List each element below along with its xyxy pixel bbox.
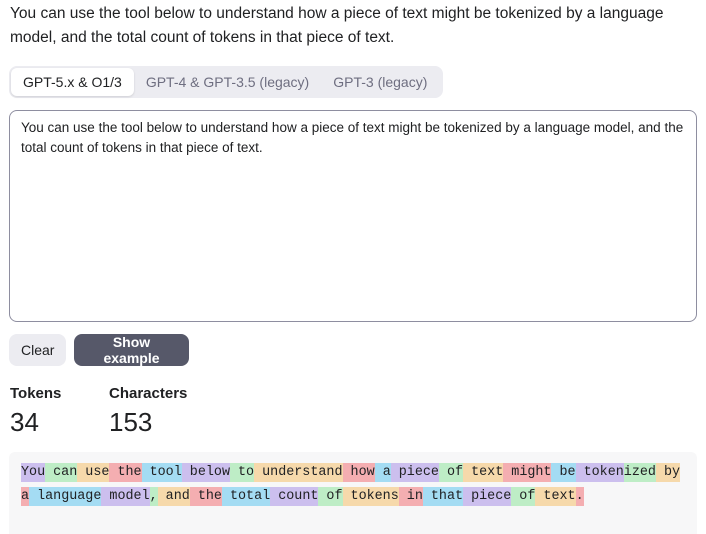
token: of: [438, 463, 464, 482]
token: piece: [390, 463, 439, 482]
tab-gpt3[interactable]: GPT-3 (legacy): [321, 68, 439, 96]
token: a: [21, 487, 30, 506]
characters-stat: Characters 153: [109, 385, 187, 438]
token: that: [422, 487, 464, 506]
token: model: [101, 487, 150, 506]
tab-gpt5[interactable]: GPT-5.x & O1/3: [11, 68, 134, 96]
token: can: [45, 463, 78, 482]
token: count: [270, 487, 319, 506]
clear-button[interactable]: Clear: [9, 334, 66, 366]
token: how: [342, 463, 375, 482]
token: and: [157, 487, 190, 506]
token: in: [398, 487, 423, 506]
token: total: [221, 487, 271, 506]
token: to: [229, 463, 255, 482]
token: ,: [149, 487, 158, 506]
token: by: [655, 463, 681, 482]
token: a: [374, 463, 391, 482]
token: be: [551, 463, 576, 482]
token: of: [318, 487, 343, 506]
show-example-button[interactable]: Show example: [74, 334, 189, 366]
token: might: [503, 463, 552, 482]
model-tabs: GPT-5.x & O1/3 GPT-4 & GPT-3.5 (legacy) …: [9, 66, 443, 98]
token: piece: [463, 487, 512, 506]
tokens-stat: Tokens 34: [10, 385, 61, 438]
token: the: [109, 463, 142, 482]
intro-text: You can use the tool below to understand…: [10, 5, 664, 46]
token: ized: [623, 463, 656, 482]
token: tokens: [342, 487, 399, 506]
token: understand: [254, 463, 343, 482]
token: below: [181, 463, 230, 482]
token: use: [77, 463, 110, 482]
token: text: [463, 463, 504, 482]
text-input[interactable]: You can use the tool below to understand…: [9, 110, 697, 322]
token: token: [575, 463, 624, 482]
token: text: [535, 487, 576, 506]
characters-label: Characters: [109, 385, 188, 402]
token: tool: [141, 463, 182, 482]
tokens-label: Tokens: [10, 385, 62, 402]
token: .: [575, 487, 584, 506]
token-visualization: You can use the tool below to understand…: [9, 452, 697, 534]
token: the: [189, 487, 222, 506]
token: language: [29, 487, 102, 506]
token: of: [511, 487, 536, 506]
characters-count: 153: [109, 407, 153, 437]
token: You: [21, 463, 46, 482]
tokens-count: 34: [10, 407, 39, 437]
tab-gpt4[interactable]: GPT-4 & GPT-3.5 (legacy): [134, 68, 321, 96]
